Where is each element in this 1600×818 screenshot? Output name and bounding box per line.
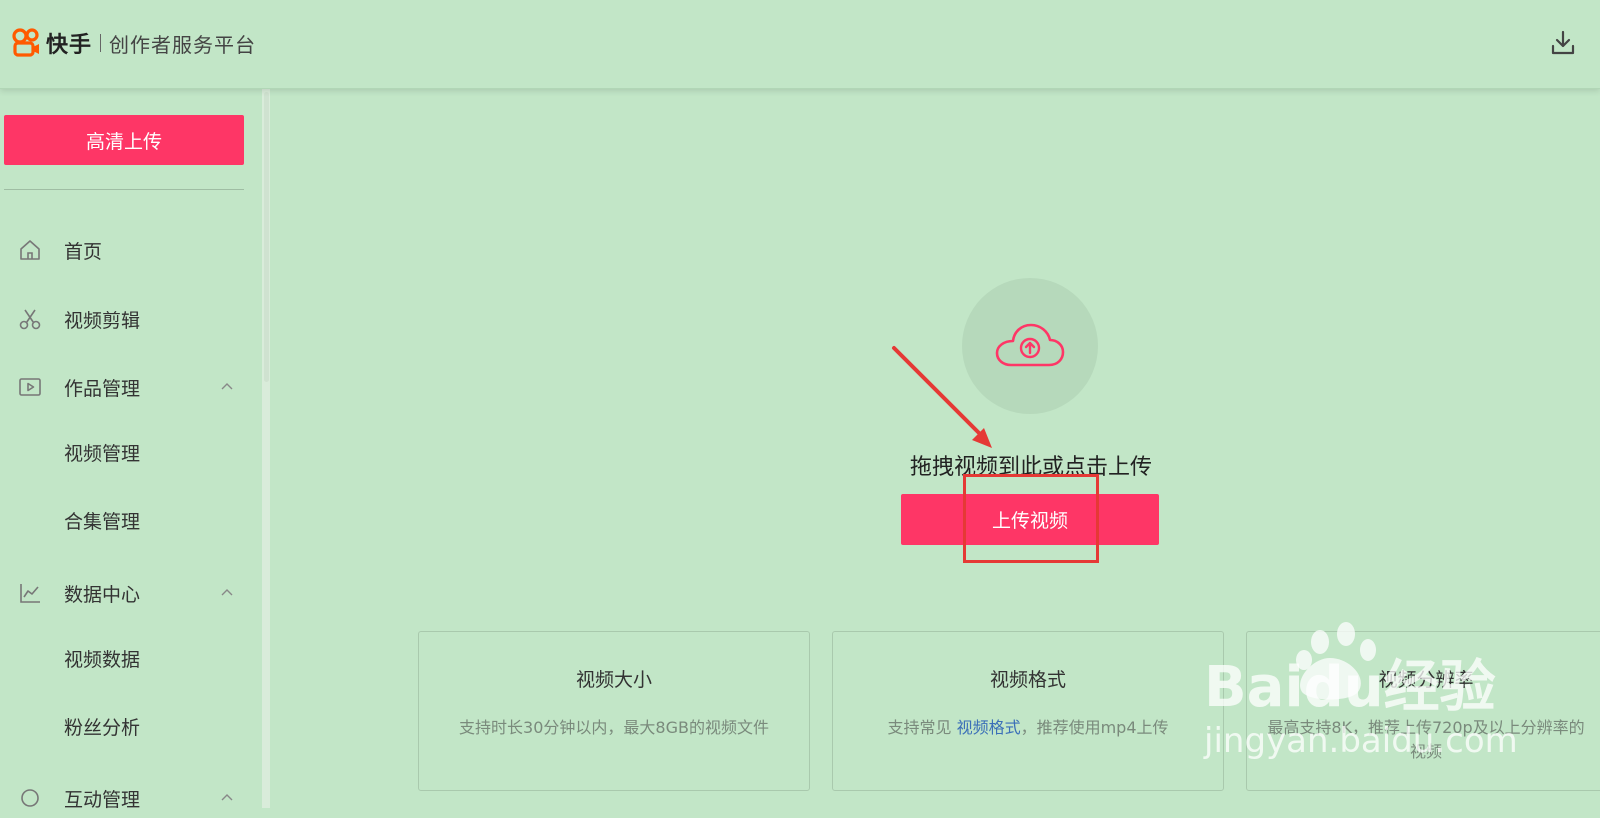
sidebar-item-fans-analysis[interactable]: 粉丝分析 — [0, 706, 262, 746]
card-desc-prefix: 支持常见 — [887, 718, 957, 737]
info-card-video-format: 视频格式 支持常见 视频格式，推荐使用mp4上传 — [832, 631, 1224, 791]
play-square-icon — [17, 374, 43, 400]
brand-separator — [100, 34, 102, 52]
card-title: 视频大小 — [575, 669, 652, 691]
sidebar-item-label: 视频管理 — [64, 442, 141, 465]
card-title: 视频分辨率 — [1378, 669, 1474, 691]
sidebar-item-label: 作品管理 — [64, 377, 141, 400]
sidebar-scrollbar-thumb[interactable] — [264, 92, 269, 382]
download-icon — [1551, 30, 1575, 55]
sidebar-item-video-management[interactable]: 视频管理 — [0, 432, 262, 472]
sidebar-item-label: 视频剪辑 — [64, 309, 141, 332]
kuaishou-logo-icon — [12, 28, 39, 57]
sidebar-item-collection-management[interactable]: 合集管理 — [0, 500, 262, 540]
sidebar-item-interaction-management[interactable]: 互动管理 — [0, 778, 262, 818]
kuaishou-logo[interactable]: 快手 创作者服务平台 — [12, 26, 256, 60]
sidebar-item-video-data[interactable]: 视频数据 — [0, 638, 262, 678]
home-icon — [17, 237, 43, 263]
sidebar-item-data-center[interactable]: 数据中心 — [0, 573, 262, 613]
sidebar-item-label: 粉丝分析 — [64, 716, 141, 739]
card-description: 支持常见 视频格式，推荐使用mp4上传 — [851, 716, 1205, 740]
sidebar-item-home[interactable]: 首页 — [0, 230, 262, 270]
download-button[interactable] — [1548, 28, 1578, 58]
card-description: 支持时长30分钟以内，最大8GB的视频文件 — [459, 718, 769, 737]
card-description: 最高支持8K，推荐上传720p及以上分辨率的视频 — [1267, 718, 1585, 761]
sidebar-item-label: 视频数据 — [64, 648, 141, 671]
drop-hint-text: 拖拽视频到此或点击上传 — [909, 455, 1152, 480]
sidebar-item-label: 数据中心 — [64, 583, 141, 606]
video-format-link[interactable]: 视频格式 — [957, 718, 1021, 737]
sidebar-item-label: 合集管理 — [64, 510, 141, 533]
platform-name: 创作者服务平台 — [109, 32, 257, 57]
upload-video-button[interactable]: 上传视频 — [901, 494, 1159, 545]
card-desc-suffix: ，推荐使用mp4上传 — [1020, 718, 1169, 737]
top-header: 快手 创作者服务平台 — [0, 0, 1600, 89]
chevron-up-icon — [221, 589, 233, 596]
chevron-up-icon — [221, 794, 233, 801]
info-card-video-resolution: 视频分辨率 最高支持8K，推荐上传720p及以上分辨率的视频 — [1246, 631, 1600, 791]
card-title: 视频格式 — [989, 669, 1066, 691]
chevron-up-icon — [221, 383, 233, 390]
brand-name: 快手 — [46, 33, 93, 58]
sidebar-item-label: 互动管理 — [64, 788, 141, 811]
info-card-video-size: 视频大小 支持时长30分钟以内，最大8GB的视频文件 — [418, 631, 810, 791]
scissors-icon — [17, 306, 43, 332]
cloud-upload-icon — [995, 323, 1065, 367]
hd-upload-button[interactable]: 高清上传 — [4, 115, 244, 165]
sidebar-item-label: 首页 — [64, 240, 103, 263]
interaction-icon — [17, 785, 43, 811]
upload-cloud-button[interactable] — [962, 278, 1098, 414]
sidebar-item-works-management[interactable]: 作品管理 — [0, 367, 262, 407]
sidebar-divider — [4, 189, 244, 190]
sidebar-item-video-edit[interactable]: 视频剪辑 — [0, 299, 262, 339]
line-chart-icon — [17, 580, 43, 606]
